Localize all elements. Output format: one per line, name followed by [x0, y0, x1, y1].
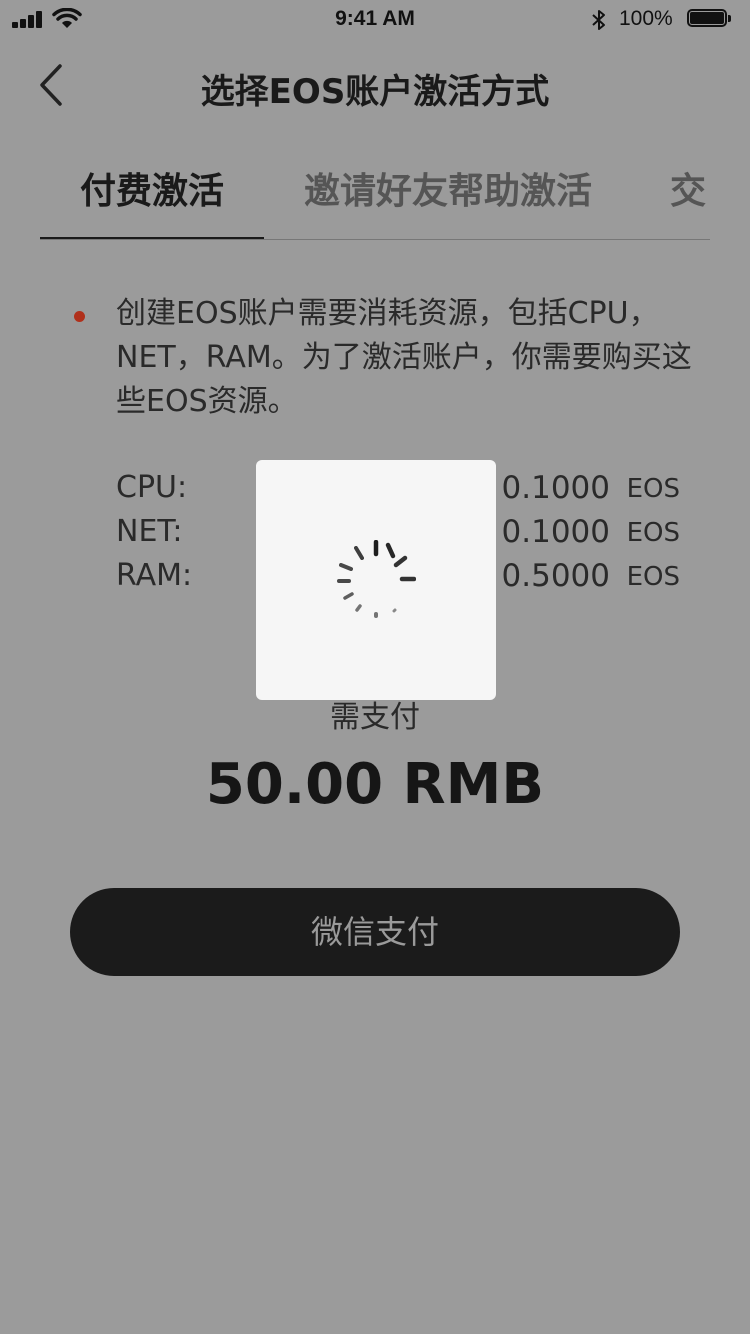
status-bar: 9:41 AM 100% [0, 0, 750, 40]
resource-unit: EOS [626, 474, 680, 504]
tab-paid-activation[interactable]: 付费激活 [80, 162, 224, 214]
resource-value: 0.1000 [501, 470, 610, 506]
battery-icon [687, 9, 733, 29]
resource-value: 0.1000 [501, 514, 610, 550]
page-title: 选择EOS账户激活方式 [200, 72, 550, 112]
activation-notice: 创建EOS账户需要消耗资源，包括CPU，NET，RAM。为了激活账户，你需要购买… [116, 296, 692, 419]
wechat-pay-button[interactable]: 微信支付 [70, 888, 680, 976]
resource-name: CPU: [116, 470, 188, 505]
resource-value: 0.5000 [501, 558, 610, 594]
battery-percent: 100% [619, 7, 673, 30]
navigation-bar: 选择EOS账户激活方式 [0, 44, 750, 124]
bullet-dot [74, 311, 85, 322]
bluetooth-icon [592, 10, 605, 30]
resource-name: NET: [116, 514, 183, 549]
spinner-icon [337, 540, 416, 618]
resource-name: RAM: [116, 558, 193, 593]
tab-invite-friends[interactable]: 邀请好友帮助激活 [304, 162, 592, 214]
resource-unit: EOS [626, 518, 680, 548]
tab-divider [40, 239, 710, 240]
resource-unit: EOS [626, 562, 680, 592]
payment-amount: 50.00 RMB [205, 752, 545, 817]
loading-panel [256, 460, 496, 700]
tab-exchange[interactable]: 交 [670, 162, 706, 214]
